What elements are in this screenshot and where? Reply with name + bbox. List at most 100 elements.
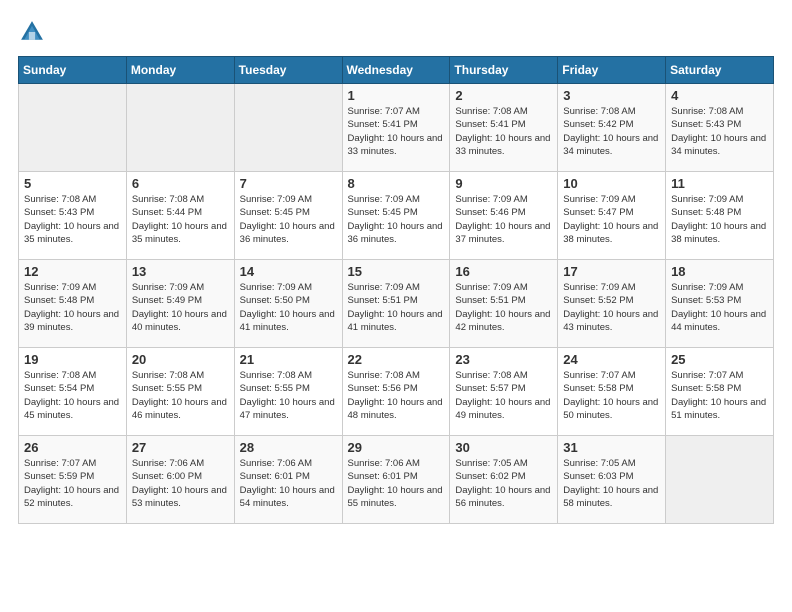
- sunset-label: Sunset: 5:45 PM: [240, 207, 310, 218]
- day-number: 17: [563, 264, 661, 279]
- sunrise-label: Sunrise: 7:08 AM: [24, 370, 96, 381]
- daylight-label: Daylight: 10 hours and 36 minutes.: [348, 221, 443, 245]
- sunrise-label: Sunrise: 7:05 AM: [563, 458, 635, 469]
- sunrise-label: Sunrise: 7:08 AM: [671, 106, 743, 117]
- daylight-label: Daylight: 10 hours and 46 minutes.: [132, 397, 227, 421]
- day-info: Sunrise: 7:08 AM Sunset: 5:43 PM Dayligh…: [24, 193, 122, 246]
- week-row-5: 26 Sunrise: 7:07 AM Sunset: 5:59 PM Dayl…: [19, 436, 774, 524]
- daylight-label: Daylight: 10 hours and 37 minutes.: [455, 221, 550, 245]
- day-info: Sunrise: 7:09 AM Sunset: 5:46 PM Dayligh…: [455, 193, 553, 246]
- sunrise-label: Sunrise: 7:09 AM: [348, 194, 420, 205]
- day-number: 30: [455, 440, 553, 455]
- sunrise-label: Sunrise: 7:08 AM: [240, 370, 312, 381]
- sunset-label: Sunset: 5:45 PM: [348, 207, 418, 218]
- sunset-label: Sunset: 5:57 PM: [455, 383, 525, 394]
- sunset-label: Sunset: 5:55 PM: [132, 383, 202, 394]
- sunrise-label: Sunrise: 7:09 AM: [563, 194, 635, 205]
- day-info: Sunrise: 7:08 AM Sunset: 5:54 PM Dayligh…: [24, 369, 122, 422]
- sunset-label: Sunset: 5:58 PM: [563, 383, 633, 394]
- day-cell: 7 Sunrise: 7:09 AM Sunset: 5:45 PM Dayli…: [234, 172, 342, 260]
- sunrise-label: Sunrise: 7:09 AM: [563, 282, 635, 293]
- day-cell: [126, 84, 234, 172]
- day-number: 25: [671, 352, 769, 367]
- sunrise-label: Sunrise: 7:09 AM: [240, 194, 312, 205]
- sunrise-label: Sunrise: 7:07 AM: [671, 370, 743, 381]
- day-cell: 17 Sunrise: 7:09 AM Sunset: 5:52 PM Dayl…: [558, 260, 666, 348]
- sunrise-label: Sunrise: 7:09 AM: [671, 282, 743, 293]
- day-number: 18: [671, 264, 769, 279]
- sunset-label: Sunset: 5:59 PM: [24, 471, 94, 482]
- day-info: Sunrise: 7:05 AM Sunset: 6:03 PM Dayligh…: [563, 457, 661, 510]
- day-cell: 25 Sunrise: 7:07 AM Sunset: 5:58 PM Dayl…: [666, 348, 774, 436]
- day-cell: 27 Sunrise: 7:06 AM Sunset: 6:00 PM Dayl…: [126, 436, 234, 524]
- daylight-label: Daylight: 10 hours and 58 minutes.: [563, 485, 658, 509]
- day-number: 29: [348, 440, 446, 455]
- daylight-label: Daylight: 10 hours and 43 minutes.: [563, 309, 658, 333]
- sunset-label: Sunset: 5:48 PM: [24, 295, 94, 306]
- logo-icon: [18, 18, 46, 46]
- day-cell: 14 Sunrise: 7:09 AM Sunset: 5:50 PM Dayl…: [234, 260, 342, 348]
- day-number: 3: [563, 88, 661, 103]
- day-number: 27: [132, 440, 230, 455]
- week-row-4: 19 Sunrise: 7:08 AM Sunset: 5:54 PM Dayl…: [19, 348, 774, 436]
- daylight-label: Daylight: 10 hours and 33 minutes.: [455, 133, 550, 157]
- week-row-1: 1 Sunrise: 7:07 AM Sunset: 5:41 PM Dayli…: [19, 84, 774, 172]
- day-number: 24: [563, 352, 661, 367]
- day-cell: 10 Sunrise: 7:09 AM Sunset: 5:47 PM Dayl…: [558, 172, 666, 260]
- sunrise-label: Sunrise: 7:08 AM: [348, 370, 420, 381]
- sunset-label: Sunset: 5:47 PM: [563, 207, 633, 218]
- day-info: Sunrise: 7:08 AM Sunset: 5:42 PM Dayligh…: [563, 105, 661, 158]
- daylight-label: Daylight: 10 hours and 33 minutes.: [348, 133, 443, 157]
- header-day-saturday: Saturday: [666, 57, 774, 84]
- sunset-label: Sunset: 5:43 PM: [24, 207, 94, 218]
- sunrise-label: Sunrise: 7:06 AM: [348, 458, 420, 469]
- day-number: 22: [348, 352, 446, 367]
- sunrise-label: Sunrise: 7:09 AM: [455, 194, 527, 205]
- day-info: Sunrise: 7:05 AM Sunset: 6:02 PM Dayligh…: [455, 457, 553, 510]
- day-info: Sunrise: 7:09 AM Sunset: 5:49 PM Dayligh…: [132, 281, 230, 334]
- sunset-label: Sunset: 5:53 PM: [671, 295, 741, 306]
- sunset-label: Sunset: 5:48 PM: [671, 207, 741, 218]
- day-info: Sunrise: 7:09 AM Sunset: 5:45 PM Dayligh…: [240, 193, 338, 246]
- daylight-label: Daylight: 10 hours and 34 minutes.: [671, 133, 766, 157]
- day-number: 14: [240, 264, 338, 279]
- sunset-label: Sunset: 5:41 PM: [348, 119, 418, 130]
- day-info: Sunrise: 7:09 AM Sunset: 5:50 PM Dayligh…: [240, 281, 338, 334]
- sunrise-label: Sunrise: 7:09 AM: [671, 194, 743, 205]
- day-info: Sunrise: 7:08 AM Sunset: 5:55 PM Dayligh…: [240, 369, 338, 422]
- day-number: 1: [348, 88, 446, 103]
- sunset-label: Sunset: 5:58 PM: [671, 383, 741, 394]
- sunset-label: Sunset: 5:54 PM: [24, 383, 94, 394]
- sunrise-label: Sunrise: 7:08 AM: [132, 194, 204, 205]
- sunset-label: Sunset: 5:50 PM: [240, 295, 310, 306]
- sunset-label: Sunset: 6:01 PM: [240, 471, 310, 482]
- day-info: Sunrise: 7:08 AM Sunset: 5:55 PM Dayligh…: [132, 369, 230, 422]
- day-cell: [666, 436, 774, 524]
- day-number: 28: [240, 440, 338, 455]
- header-day-wednesday: Wednesday: [342, 57, 450, 84]
- sunrise-label: Sunrise: 7:09 AM: [455, 282, 527, 293]
- sunset-label: Sunset: 5:43 PM: [671, 119, 741, 130]
- day-number: 20: [132, 352, 230, 367]
- header-day-sunday: Sunday: [19, 57, 127, 84]
- sunrise-label: Sunrise: 7:09 AM: [24, 282, 96, 293]
- daylight-label: Daylight: 10 hours and 49 minutes.: [455, 397, 550, 421]
- calendar: SundayMondayTuesdayWednesdayThursdayFrid…: [18, 56, 774, 524]
- sunrise-label: Sunrise: 7:09 AM: [240, 282, 312, 293]
- sunset-label: Sunset: 6:03 PM: [563, 471, 633, 482]
- daylight-label: Daylight: 10 hours and 44 minutes.: [671, 309, 766, 333]
- sunrise-label: Sunrise: 7:08 AM: [455, 370, 527, 381]
- day-info: Sunrise: 7:08 AM Sunset: 5:44 PM Dayligh…: [132, 193, 230, 246]
- daylight-label: Daylight: 10 hours and 38 minutes.: [563, 221, 658, 245]
- day-info: Sunrise: 7:08 AM Sunset: 5:41 PM Dayligh…: [455, 105, 553, 158]
- sunset-label: Sunset: 6:02 PM: [455, 471, 525, 482]
- daylight-label: Daylight: 10 hours and 52 minutes.: [24, 485, 119, 509]
- sunset-label: Sunset: 5:49 PM: [132, 295, 202, 306]
- day-number: 23: [455, 352, 553, 367]
- sunrise-label: Sunrise: 7:06 AM: [132, 458, 204, 469]
- day-info: Sunrise: 7:09 AM Sunset: 5:45 PM Dayligh…: [348, 193, 446, 246]
- sunrise-label: Sunrise: 7:07 AM: [563, 370, 635, 381]
- week-row-2: 5 Sunrise: 7:08 AM Sunset: 5:43 PM Dayli…: [19, 172, 774, 260]
- sunset-label: Sunset: 6:00 PM: [132, 471, 202, 482]
- sunset-label: Sunset: 5:51 PM: [455, 295, 525, 306]
